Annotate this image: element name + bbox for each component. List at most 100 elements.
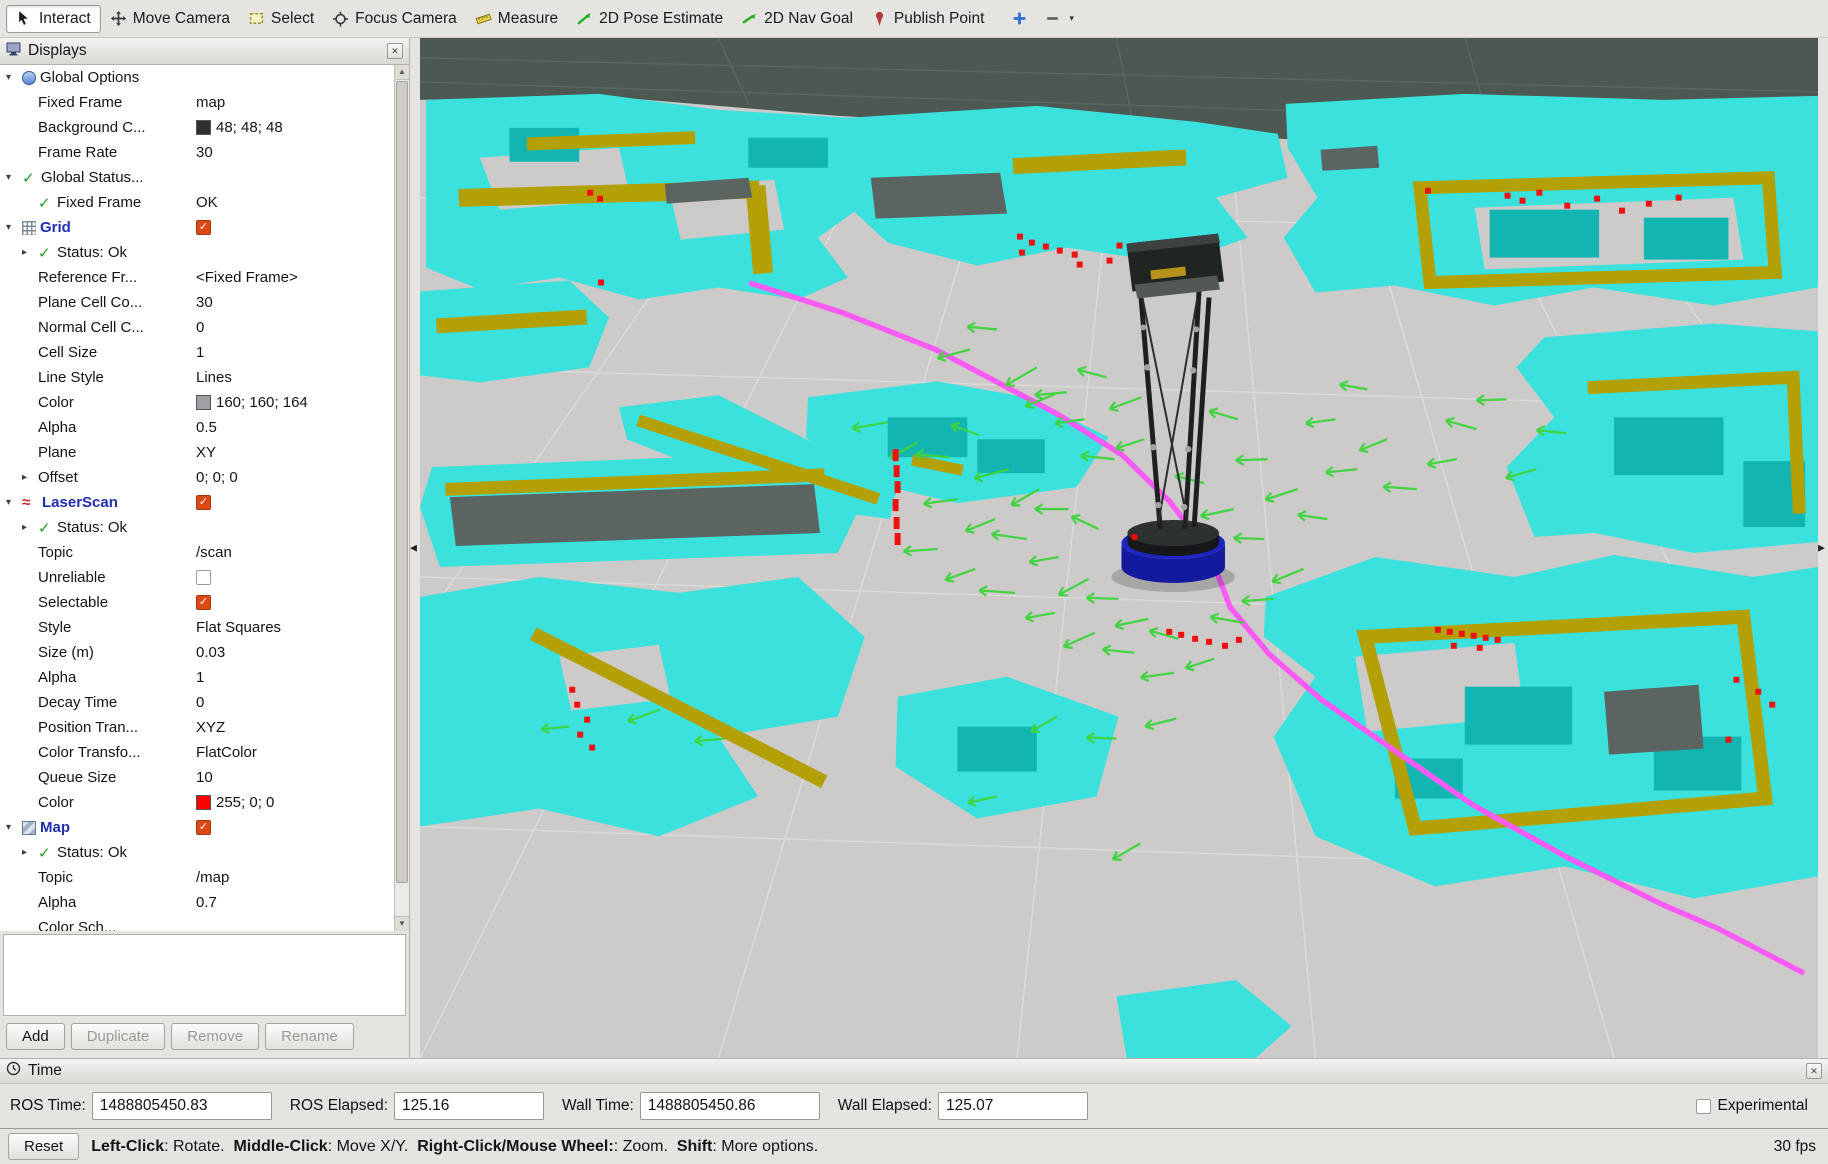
- tool-2d-nav-goal[interactable]: 2D Nav Goal: [732, 6, 862, 32]
- expander-icon[interactable]: ▸: [22, 522, 38, 533]
- remove-tool-button[interactable]: ▾: [1038, 6, 1080, 31]
- property-value[interactable]: 1: [196, 669, 204, 686]
- expander-icon[interactable]: ▾: [6, 72, 22, 83]
- splitter-right-arrow-icon[interactable]: ▶: [1818, 543, 1825, 554]
- tool-select[interactable]: Select: [239, 6, 323, 32]
- time-panel-header[interactable]: Time ✕: [0, 1058, 1828, 1084]
- property-row-fixed-frame[interactable]: Fixed Framemap: [0, 90, 394, 115]
- property-row-status-ok[interactable]: ▸✓Status: Ok: [0, 240, 394, 265]
- add-tool-button[interactable]: [1005, 6, 1034, 31]
- property-value[interactable]: 30: [196, 294, 213, 311]
- displays-panel-header[interactable]: Displays ✕: [0, 38, 409, 65]
- property-row-background-c[interactable]: Background C...48; 48; 48: [0, 115, 394, 140]
- enable-checkbox[interactable]: ✓: [196, 595, 211, 610]
- wall-elapsed-input[interactable]: [938, 1092, 1088, 1120]
- expander-icon[interactable]: ▸: [22, 247, 38, 258]
- property-value[interactable]: Flat Squares: [196, 619, 281, 636]
- expander-icon[interactable]: ▸: [22, 847, 38, 858]
- left-panel-splitter[interactable]: ◀: [410, 38, 420, 1058]
- tool-focus-camera[interactable]: Focus Camera: [323, 6, 466, 32]
- scroll-up-icon[interactable]: ▲: [395, 65, 409, 80]
- property-row-plane[interactable]: PlaneXY: [0, 440, 394, 465]
- property-value[interactable]: ✓: [196, 495, 211, 510]
- property-row-size-m[interactable]: Size (m)0.03: [0, 640, 394, 665]
- property-value[interactable]: 1: [196, 344, 204, 361]
- property-row-status-ok[interactable]: ▸✓Status: Ok: [0, 515, 394, 540]
- property-row-offset[interactable]: ▸Offset0; 0; 0: [0, 465, 394, 490]
- property-row-alpha[interactable]: Alpha0.5: [0, 415, 394, 440]
- display-row-grid[interactable]: ▾Grid✓: [0, 215, 394, 240]
- property-row-queue-size[interactable]: Queue Size10: [0, 765, 394, 790]
- reset-button[interactable]: Reset: [8, 1133, 79, 1160]
- property-row-normal-cell-c[interactable]: Normal Cell C...0: [0, 315, 394, 340]
- property-row-decay-time[interactable]: Decay Time0: [0, 690, 394, 715]
- render-viewport-3d[interactable]: [420, 38, 1818, 1058]
- enable-checkbox[interactable]: [196, 570, 211, 585]
- property-value[interactable]: 0.03: [196, 644, 225, 661]
- property-row-color[interactable]: Color255; 0; 0: [0, 790, 394, 815]
- tool-interact[interactable]: Interact: [6, 5, 101, 33]
- display-row-laserscan[interactable]: ▾≈LaserScan✓: [0, 490, 394, 515]
- tool-move-camera[interactable]: Move Camera: [101, 6, 239, 32]
- property-row-position-tran[interactable]: Position Tran...XYZ: [0, 715, 394, 740]
- property-row-reference-fr[interactable]: Reference Fr...<Fixed Frame>: [0, 265, 394, 290]
- property-row-topic[interactable]: Topic/scan: [0, 540, 394, 565]
- ros-time-input[interactable]: [92, 1092, 272, 1120]
- property-row-color-sch[interactable]: Color Sch...: [0, 915, 394, 931]
- property-row-plane-cell-co[interactable]: Plane Cell Co...30: [0, 290, 394, 315]
- property-value[interactable]: <Fixed Frame>: [196, 269, 298, 286]
- property-value[interactable]: 30: [196, 144, 213, 161]
- property-row-global-status[interactable]: ▾✓Global Status...: [0, 165, 394, 190]
- property-row-style[interactable]: StyleFlat Squares: [0, 615, 394, 640]
- expander-icon[interactable]: ▾: [6, 822, 22, 833]
- property-value[interactable]: 48; 48; 48: [196, 119, 283, 136]
- property-value[interactable]: /map: [196, 869, 229, 886]
- property-value[interactable]: 0.5: [196, 419, 217, 436]
- property-value[interactable]: 0: [196, 319, 204, 336]
- add-button[interactable]: Add: [6, 1023, 65, 1050]
- expander-icon[interactable]: ▾: [6, 222, 22, 233]
- property-value[interactable]: OK: [196, 194, 218, 211]
- property-value[interactable]: 0: [196, 694, 204, 711]
- property-row-status-ok[interactable]: ▸✓Status: Ok: [0, 840, 394, 865]
- property-value[interactable]: [196, 570, 211, 585]
- property-row-topic[interactable]: Topic/map: [0, 865, 394, 890]
- property-value[interactable]: XYZ: [196, 719, 225, 736]
- wall-time-input[interactable]: [640, 1092, 820, 1120]
- property-value[interactable]: 0.7: [196, 894, 217, 911]
- property-value[interactable]: XY: [196, 444, 216, 461]
- property-row-alpha[interactable]: Alpha1: [0, 665, 394, 690]
- property-value[interactable]: map: [196, 94, 225, 111]
- property-row-cell-size[interactable]: Cell Size1: [0, 340, 394, 365]
- property-row-unreliable[interactable]: Unreliable: [0, 565, 394, 590]
- enable-checkbox[interactable]: ✓: [196, 495, 211, 510]
- property-row-alpha[interactable]: Alpha0.7: [0, 890, 394, 915]
- expander-icon[interactable]: ▾: [6, 497, 22, 508]
- experimental-checkbox[interactable]: [1696, 1099, 1711, 1114]
- property-value[interactable]: 255; 0; 0: [196, 794, 274, 811]
- property-row-color-transfo[interactable]: Color Transfo...FlatColor: [0, 740, 394, 765]
- property-row-selectable[interactable]: Selectable✓: [0, 590, 394, 615]
- close-icon[interactable]: ✕: [1806, 1063, 1822, 1079]
- property-value[interactable]: ✓: [196, 595, 211, 610]
- tool-2d-pose-estimate[interactable]: 2D Pose Estimate: [567, 6, 732, 32]
- property-value[interactable]: 160; 160; 164: [196, 394, 308, 411]
- property-value[interactable]: /scan: [196, 544, 232, 561]
- scrollbar-thumb[interactable]: [396, 81, 408, 883]
- splitter-left-arrow-icon[interactable]: ◀: [410, 543, 417, 554]
- property-row-global-options[interactable]: ▾Global Options: [0, 65, 394, 90]
- expander-icon[interactable]: ▾: [6, 172, 22, 183]
- property-row-fixed-frame[interactable]: ✓Fixed FrameOK: [0, 190, 394, 215]
- property-value[interactable]: ✓: [196, 820, 211, 835]
- property-row-frame-rate[interactable]: Frame Rate30: [0, 140, 394, 165]
- property-value[interactable]: 0; 0; 0: [196, 469, 238, 486]
- enable-checkbox[interactable]: ✓: [196, 220, 211, 235]
- displays-scrollbar[interactable]: ▲ ▼: [394, 65, 409, 931]
- scroll-down-icon[interactable]: ▼: [395, 916, 409, 931]
- property-value[interactable]: FlatColor: [196, 744, 257, 761]
- expander-icon[interactable]: ▸: [22, 472, 38, 483]
- enable-checkbox[interactable]: ✓: [196, 820, 211, 835]
- display-row-map[interactable]: ▾Map✓: [0, 815, 394, 840]
- property-value[interactable]: 10: [196, 769, 213, 786]
- property-value[interactable]: Lines: [196, 369, 232, 386]
